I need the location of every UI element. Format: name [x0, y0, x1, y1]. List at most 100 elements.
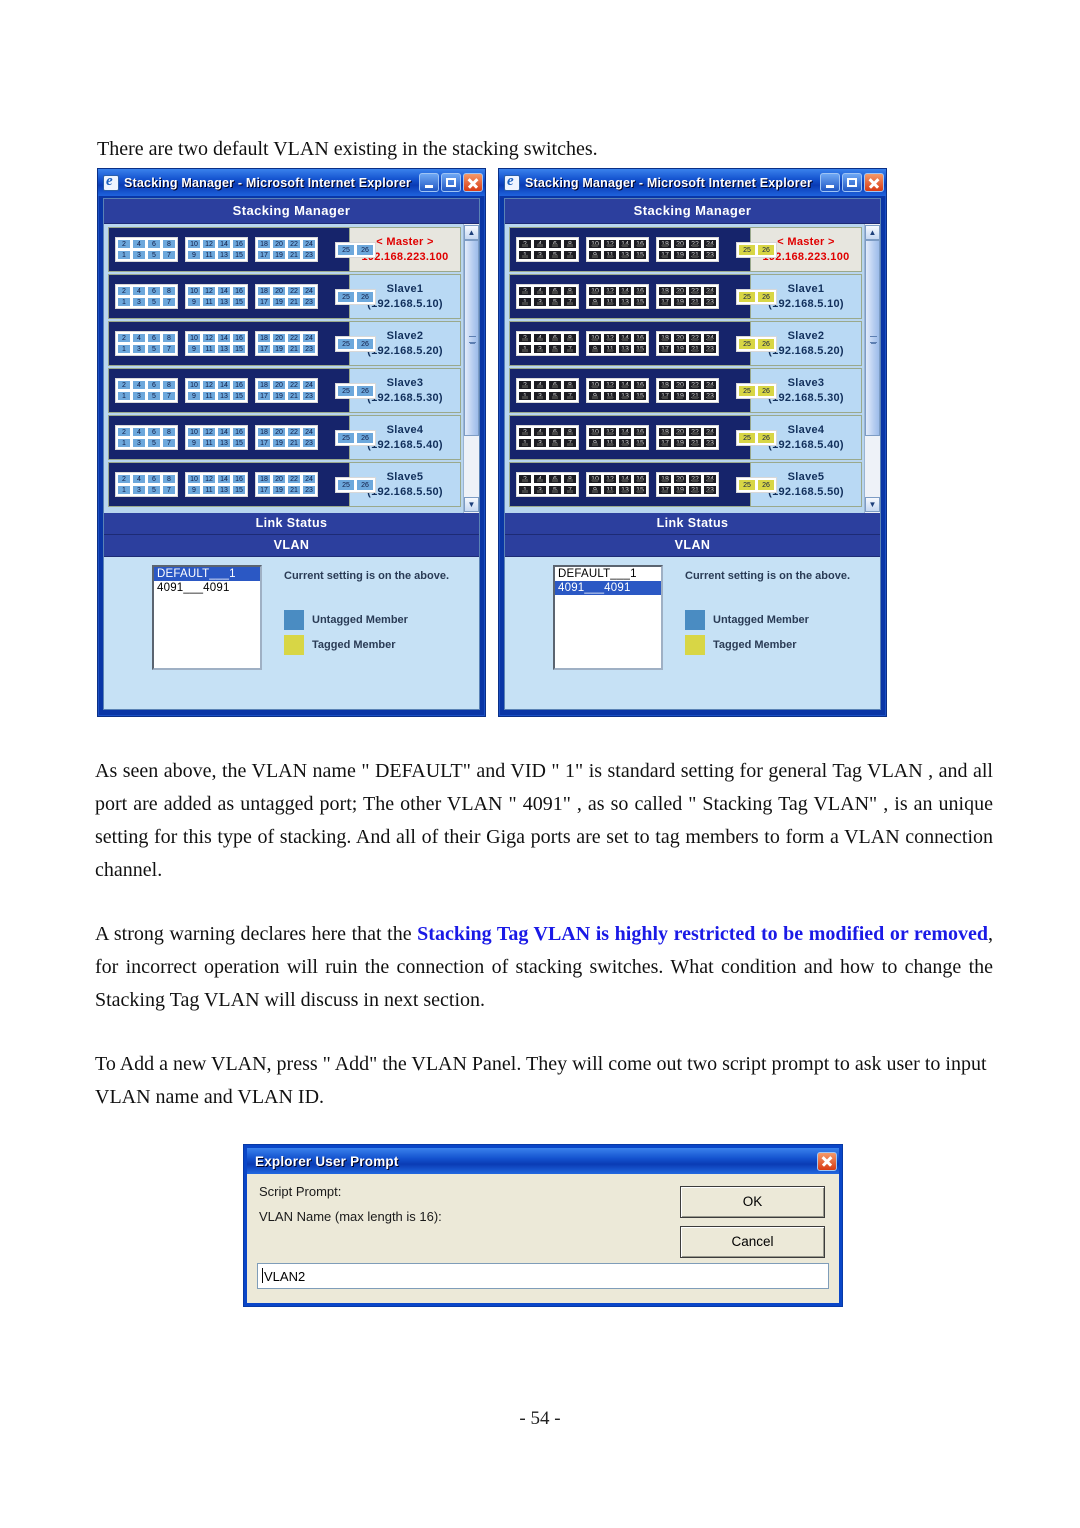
port-8[interactable]: 8 [563, 286, 577, 296]
port-22[interactable]: 22 [287, 474, 301, 484]
port-16[interactable]: 16 [633, 380, 647, 390]
port-20[interactable]: 20 [673, 239, 687, 249]
port-9[interactable]: 9 [588, 344, 602, 354]
giga-port-25[interactable]: 25 [738, 431, 756, 444]
port-9[interactable]: 9 [187, 485, 201, 495]
port-16[interactable]: 16 [232, 380, 246, 390]
port-6[interactable]: 6 [147, 427, 161, 437]
port-10[interactable]: 10 [588, 427, 602, 437]
port-19[interactable]: 19 [272, 391, 286, 401]
port-4[interactable]: 4 [132, 380, 146, 390]
switch-row[interactable]: 2 1 4 3 6 5 8 7 10 9 12 11 14 13 16 15 18 17 20 19 22 21 24 23 2… [509, 321, 862, 366]
port-4[interactable]: 4 [132, 333, 146, 343]
port-21[interactable]: 21 [688, 438, 702, 448]
port-15[interactable]: 15 [633, 250, 647, 260]
port-19[interactable]: 19 [272, 438, 286, 448]
port-17[interactable]: 17 [658, 297, 672, 307]
port-24[interactable]: 24 [703, 286, 717, 296]
port-8[interactable]: 8 [162, 427, 176, 437]
giga-port-26[interactable]: 26 [757, 431, 775, 444]
port-22[interactable]: 22 [688, 474, 702, 484]
dialog-title-bar[interactable]: Explorer User Prompt [247, 1148, 839, 1174]
port-3[interactable]: 3 [132, 391, 146, 401]
port-7[interactable]: 7 [563, 485, 577, 495]
port-14[interactable]: 14 [217, 427, 231, 437]
giga-port-25[interactable]: 25 [738, 243, 756, 256]
port-6[interactable]: 6 [548, 333, 562, 343]
scroll-down-icon[interactable]: ▼ [865, 497, 880, 512]
port-10[interactable]: 10 [588, 239, 602, 249]
port-1[interactable]: 1 [117, 438, 131, 448]
port-13[interactable]: 13 [217, 297, 231, 307]
switch-row[interactable]: 2 1 4 3 6 5 8 7 10 9 12 11 14 13 16 15 18 17 20 19 22 21 24 23 2… [509, 274, 862, 319]
port-12[interactable]: 12 [603, 239, 617, 249]
port-23[interactable]: 23 [302, 391, 316, 401]
port-11[interactable]: 11 [603, 391, 617, 401]
port-7[interactable]: 7 [162, 391, 176, 401]
port-7[interactable]: 7 [563, 344, 577, 354]
vlan-list-item[interactable]: DEFAULT___1 [154, 567, 260, 581]
maximize-icon[interactable] [441, 173, 461, 192]
port-23[interactable]: 23 [302, 344, 316, 354]
port-15[interactable]: 15 [633, 344, 647, 354]
vlan-list-item[interactable]: 4091___4091 [555, 581, 661, 595]
port-4[interactable]: 4 [132, 474, 146, 484]
port-19[interactable]: 19 [673, 250, 687, 260]
port-6[interactable]: 6 [548, 474, 562, 484]
port-8[interactable]: 8 [563, 239, 577, 249]
giga-port-25[interactable]: 25 [738, 384, 756, 397]
port-14[interactable]: 14 [618, 380, 632, 390]
port-24[interactable]: 24 [703, 239, 717, 249]
giga-port-26[interactable]: 26 [757, 384, 775, 397]
close-icon[interactable] [817, 1151, 837, 1171]
port-19[interactable]: 19 [673, 438, 687, 448]
port-2[interactable]: 2 [117, 333, 131, 343]
port-19[interactable]: 19 [272, 250, 286, 260]
port-12[interactable]: 12 [202, 380, 216, 390]
port-3[interactable]: 3 [533, 297, 547, 307]
port-2[interactable]: 2 [518, 286, 532, 296]
vlan-listbox[interactable]: DEFAULT___1 4091___4091 [553, 565, 663, 670]
port-20[interactable]: 20 [272, 286, 286, 296]
port-7[interactable]: 7 [162, 250, 176, 260]
port-8[interactable]: 8 [162, 380, 176, 390]
vertical-scrollbar[interactable]: ▲ ▼ [463, 224, 479, 513]
port-24[interactable]: 24 [302, 286, 316, 296]
port-24[interactable]: 24 [703, 380, 717, 390]
giga-port-26[interactable]: 26 [356, 290, 374, 303]
port-23[interactable]: 23 [703, 297, 717, 307]
port-7[interactable]: 7 [563, 438, 577, 448]
port-20[interactable]: 20 [673, 286, 687, 296]
port-20[interactable]: 20 [673, 427, 687, 437]
giga-port-26[interactable]: 26 [356, 431, 374, 444]
port-17[interactable]: 17 [658, 344, 672, 354]
vlan-listbox[interactable]: DEFAULT___1 4091___4091 [152, 565, 262, 670]
minimize-icon[interactable] [419, 173, 439, 192]
port-14[interactable]: 14 [217, 380, 231, 390]
port-16[interactable]: 16 [232, 286, 246, 296]
port-8[interactable]: 8 [563, 380, 577, 390]
port-13[interactable]: 13 [217, 485, 231, 495]
port-1[interactable]: 1 [518, 344, 532, 354]
port-23[interactable]: 23 [302, 438, 316, 448]
port-3[interactable]: 3 [533, 438, 547, 448]
port-21[interactable]: 21 [287, 438, 301, 448]
port-9[interactable]: 9 [187, 391, 201, 401]
port-24[interactable]: 24 [302, 474, 316, 484]
port-14[interactable]: 14 [618, 474, 632, 484]
port-23[interactable]: 23 [703, 391, 717, 401]
port-17[interactable]: 17 [257, 344, 271, 354]
giga-port-25[interactable]: 25 [738, 290, 756, 303]
port-6[interactable]: 6 [548, 286, 562, 296]
port-3[interactable]: 3 [132, 344, 146, 354]
port-10[interactable]: 10 [187, 380, 201, 390]
port-23[interactable]: 23 [703, 485, 717, 495]
port-12[interactable]: 12 [603, 380, 617, 390]
port-13[interactable]: 13 [618, 250, 632, 260]
port-9[interactable]: 9 [588, 485, 602, 495]
port-22[interactable]: 22 [688, 380, 702, 390]
port-23[interactable]: 23 [302, 485, 316, 495]
port-11[interactable]: 11 [202, 485, 216, 495]
port-9[interactable]: 9 [588, 297, 602, 307]
port-13[interactable]: 13 [618, 297, 632, 307]
